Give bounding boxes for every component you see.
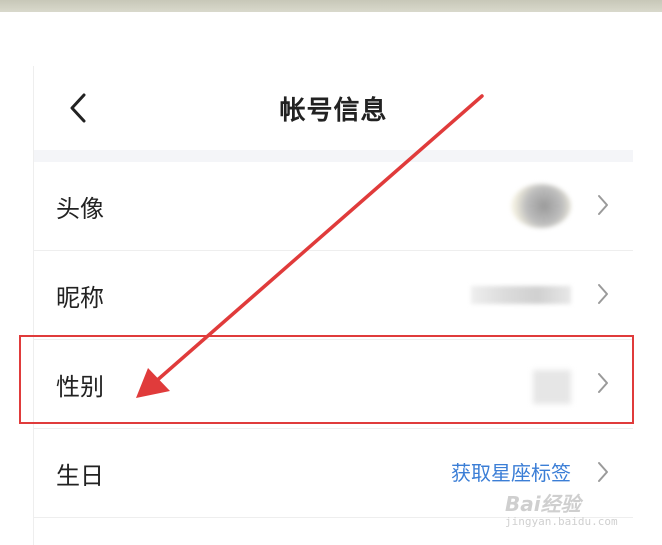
- nickname-value-blurred: [471, 286, 571, 304]
- chevron-right-icon: [598, 195, 608, 215]
- avatar-row[interactable]: 头像: [34, 162, 633, 251]
- nickname-label: 昵称: [56, 284, 104, 312]
- page-title: 帐号信息: [279, 96, 388, 126]
- watermark-url: jingyan.baidu.com: [505, 515, 618, 528]
- avatar: [511, 184, 571, 228]
- account-info-page: 帐号信息 头像 昵称 性别 生日 获取星座标签: [33, 66, 633, 545]
- nickname-row[interactable]: 昵称: [34, 251, 633, 340]
- section-divider: [34, 150, 633, 162]
- highlight-box: [19, 335, 634, 424]
- avatar-label: 头像: [56, 195, 104, 223]
- chevron-right-icon: [598, 284, 608, 304]
- nav-header: 帐号信息: [34, 66, 633, 150]
- birthday-label: 生日: [56, 462, 104, 490]
- chevron-right-icon: [598, 462, 608, 482]
- top-window-strip: [0, 0, 662, 12]
- watermark-logo: Bai经验: [505, 492, 581, 516]
- get-zodiac-tag-link[interactable]: 获取星座标签: [451, 457, 571, 486]
- watermark: Bai经验 jingyan.baidu.com: [505, 488, 635, 538]
